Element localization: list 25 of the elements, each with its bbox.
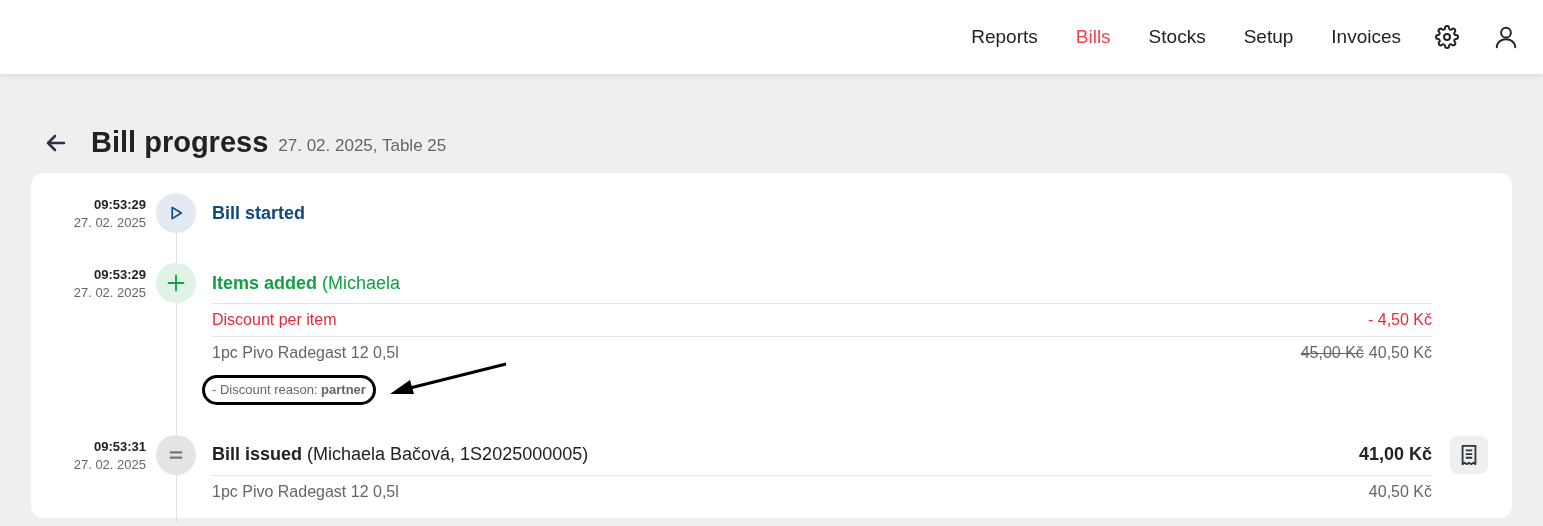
- page-title: Bill progress: [91, 124, 269, 160]
- discount-reason: - Discount reason: partner: [202, 375, 376, 405]
- item-label: 1pc Pivo Radegast 12 0,5l: [212, 481, 400, 502]
- event-time: 09:53:31: [93, 437, 146, 456]
- event-date: 27. 02. 2025: [73, 214, 146, 232]
- event-date: 27. 02. 2025: [73, 455, 146, 474]
- nav-link[interactable]: Invoices: [1319, 18, 1413, 56]
- item-price: 40,50 Kč: [1368, 343, 1432, 363]
- nav-link[interactable]: Reports: [959, 18, 1050, 56]
- item-price: 40,50 Kč: [1368, 481, 1432, 502]
- event-title: Items added (Michaela: [212, 271, 402, 295]
- item-label: 1pc Pivo Radegast 12 0,5l: [212, 343, 400, 363]
- old-price: 45,00 Kč: [1300, 343, 1364, 363]
- nav-link[interactable]: Setup: [1231, 18, 1306, 56]
- event-title: Bill started: [212, 201, 307, 225]
- page-subtitle: 27. 02. 2025, Table 25: [278, 134, 447, 157]
- nav-link[interactable]: Stocks: [1136, 18, 1218, 56]
- event-title: Bill issued (Michaela Bačová, 1S2025000005): [212, 443, 590, 466]
- nav-link[interactable]: Bills: [1063, 18, 1123, 56]
- discount-label: Discount per item: [212, 310, 338, 330]
- event-date: 27. 02. 2025: [73, 284, 146, 302]
- total-amount: 41,00 Kč: [1357, 443, 1432, 466]
- discount-amount: - 4,50 Kč: [1367, 310, 1432, 330]
- event-time: 09:53:29: [93, 196, 146, 214]
- event-time: 09:53:29: [93, 266, 146, 284]
